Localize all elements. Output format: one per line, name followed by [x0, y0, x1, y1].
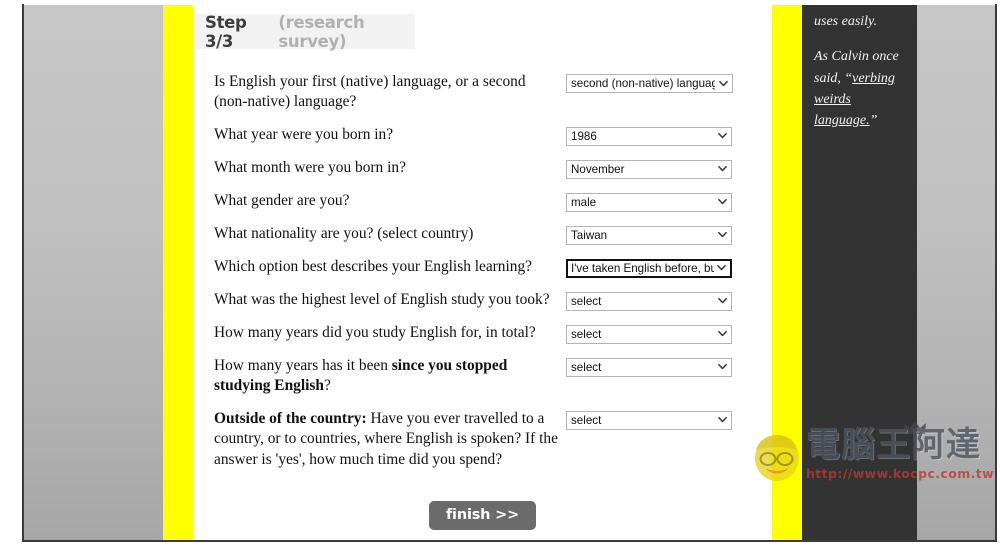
answer-select-cell: 1986 — [566, 125, 732, 146]
accent-band-left — [163, 5, 193, 540]
answer-select-cell: select — [566, 409, 732, 430]
chevron-down-icon — [718, 131, 727, 140]
answer-select-cell: Taiwan — [566, 224, 732, 245]
page-frame-top — [0, 0, 1000, 4]
answer-dropdown-value: male — [571, 195, 597, 209]
answer-dropdown[interactable]: select — [566, 324, 732, 344]
step-counter: Step 3/3 — [205, 12, 247, 51]
answer-dropdown-value: select — [571, 327, 602, 341]
answer-select-cell: select — [566, 290, 732, 311]
page-background-right — [917, 5, 997, 540]
chevron-down-icon — [718, 230, 727, 239]
accent-band-right — [772, 5, 802, 540]
answer-select-cell: male — [566, 191, 732, 212]
answer-dropdown-value: second (non-native) language — [571, 77, 715, 90]
frame-border-right — [995, 4, 997, 542]
survey-question-row: What month were you born in? November — [214, 158, 774, 179]
finish-button[interactable]: finish >> — [428, 501, 537, 530]
answer-dropdown[interactable]: select — [566, 410, 732, 430]
sidebar-quote-text: uses easily. As Calvin once said, “verbi… — [814, 11, 903, 131]
survey-panel: Step 3/3 (research survey) Is English yo… — [193, 5, 772, 540]
survey-question-row: What year were you born in? 1986 — [214, 125, 774, 146]
chevron-down-icon — [718, 197, 727, 206]
survey-question-row: How many years has it been since you sto… — [214, 356, 774, 397]
answer-dropdown[interactable]: 1986 — [566, 126, 732, 146]
survey-question-row: What gender are you? male — [214, 191, 774, 212]
answer-dropdown[interactable]: second (non-native) language — [566, 74, 733, 93]
answer-select-cell: select — [566, 323, 732, 344]
question-label: Which option best describes your English… — [214, 257, 532, 275]
answer-dropdown[interactable]: November — [566, 159, 732, 179]
survey-question-row: What nationality are you? (select countr… — [214, 224, 774, 245]
page-frame-bottom — [0, 541, 1000, 550]
chevron-down-icon — [718, 164, 727, 173]
answer-dropdown-value: I've taken English before, but stopped — [571, 261, 714, 275]
answer-dropdown-value: November — [571, 162, 625, 176]
sidebar-paragraph-2: As Calvin once said, “verbing weirds lan… — [814, 46, 903, 131]
chevron-down-icon — [717, 263, 726, 272]
step-header: Step 3/3 (research survey) — [193, 12, 415, 51]
chevron-down-icon — [718, 296, 727, 305]
survey-question-row: Outside of the country: Have you ever tr… — [214, 409, 774, 470]
question-label: How many years has it been since you sto… — [214, 356, 508, 395]
question-label: What month were you born in? — [214, 158, 406, 176]
question-label: Outside of the country: Have you ever tr… — [214, 409, 558, 468]
sidebar-quote-panel: uses easily. As Calvin once said, “verbi… — [802, 5, 917, 540]
answer-dropdown[interactable]: I've taken English before, but stopped — [566, 258, 732, 278]
question-label: What nationality are you? (select countr… — [214, 224, 474, 242]
survey-question-row: What was the highest level of English st… — [214, 290, 774, 311]
question-label: What year were you born in? — [214, 125, 394, 143]
step-subtitle: (research survey) — [278, 12, 365, 51]
quote-suffix: ” — [869, 113, 878, 129]
frame-border-bottom — [22, 540, 997, 542]
answer-dropdown[interactable]: select — [566, 357, 732, 377]
answer-select-cell: second (non-native) language — [566, 72, 733, 93]
question-label: How many years did you study English for… — [214, 323, 536, 341]
chevron-down-icon — [718, 415, 727, 424]
survey-question-row: Is English your first (native) language,… — [214, 72, 774, 113]
answer-select-cell: select — [566, 356, 732, 377]
sidebar-paragraph-1: uses easily. — [814, 14, 877, 29]
answer-dropdown-value: select — [571, 413, 602, 427]
screenshot-root: Step 3/3 (research survey) Is English yo… — [0, 0, 1000, 550]
answer-dropdown-value: select — [571, 294, 602, 308]
question-label: Is English your first (native) language,… — [214, 73, 526, 111]
survey-form: Is English your first (native) language,… — [214, 72, 774, 470]
answer-dropdown[interactable]: select — [566, 291, 732, 311]
survey-question-row: How many years did you study English for… — [214, 323, 774, 344]
answer-dropdown-value: Taiwan — [571, 228, 608, 242]
answer-select-cell: November — [566, 158, 732, 179]
answer-dropdown[interactable]: male — [566, 192, 732, 212]
answer-select-cell: I've taken English before, but stopped — [566, 257, 732, 278]
question-label: What gender are you? — [214, 191, 350, 209]
chevron-down-icon — [719, 79, 728, 88]
answer-dropdown-value: 1986 — [571, 129, 597, 143]
question-label: What was the highest level of English st… — [214, 290, 550, 308]
page-background-left — [24, 5, 163, 540]
frame-border-left — [22, 4, 24, 542]
page-frame-left — [0, 4, 22, 541]
chevron-down-icon — [718, 362, 727, 371]
survey-question-row: Which option best describes your English… — [214, 257, 774, 278]
chevron-down-icon — [718, 329, 727, 338]
answer-dropdown[interactable]: Taiwan — [566, 225, 732, 245]
form-actions: finish >> — [193, 501, 772, 530]
answer-dropdown-value: select — [571, 360, 602, 374]
